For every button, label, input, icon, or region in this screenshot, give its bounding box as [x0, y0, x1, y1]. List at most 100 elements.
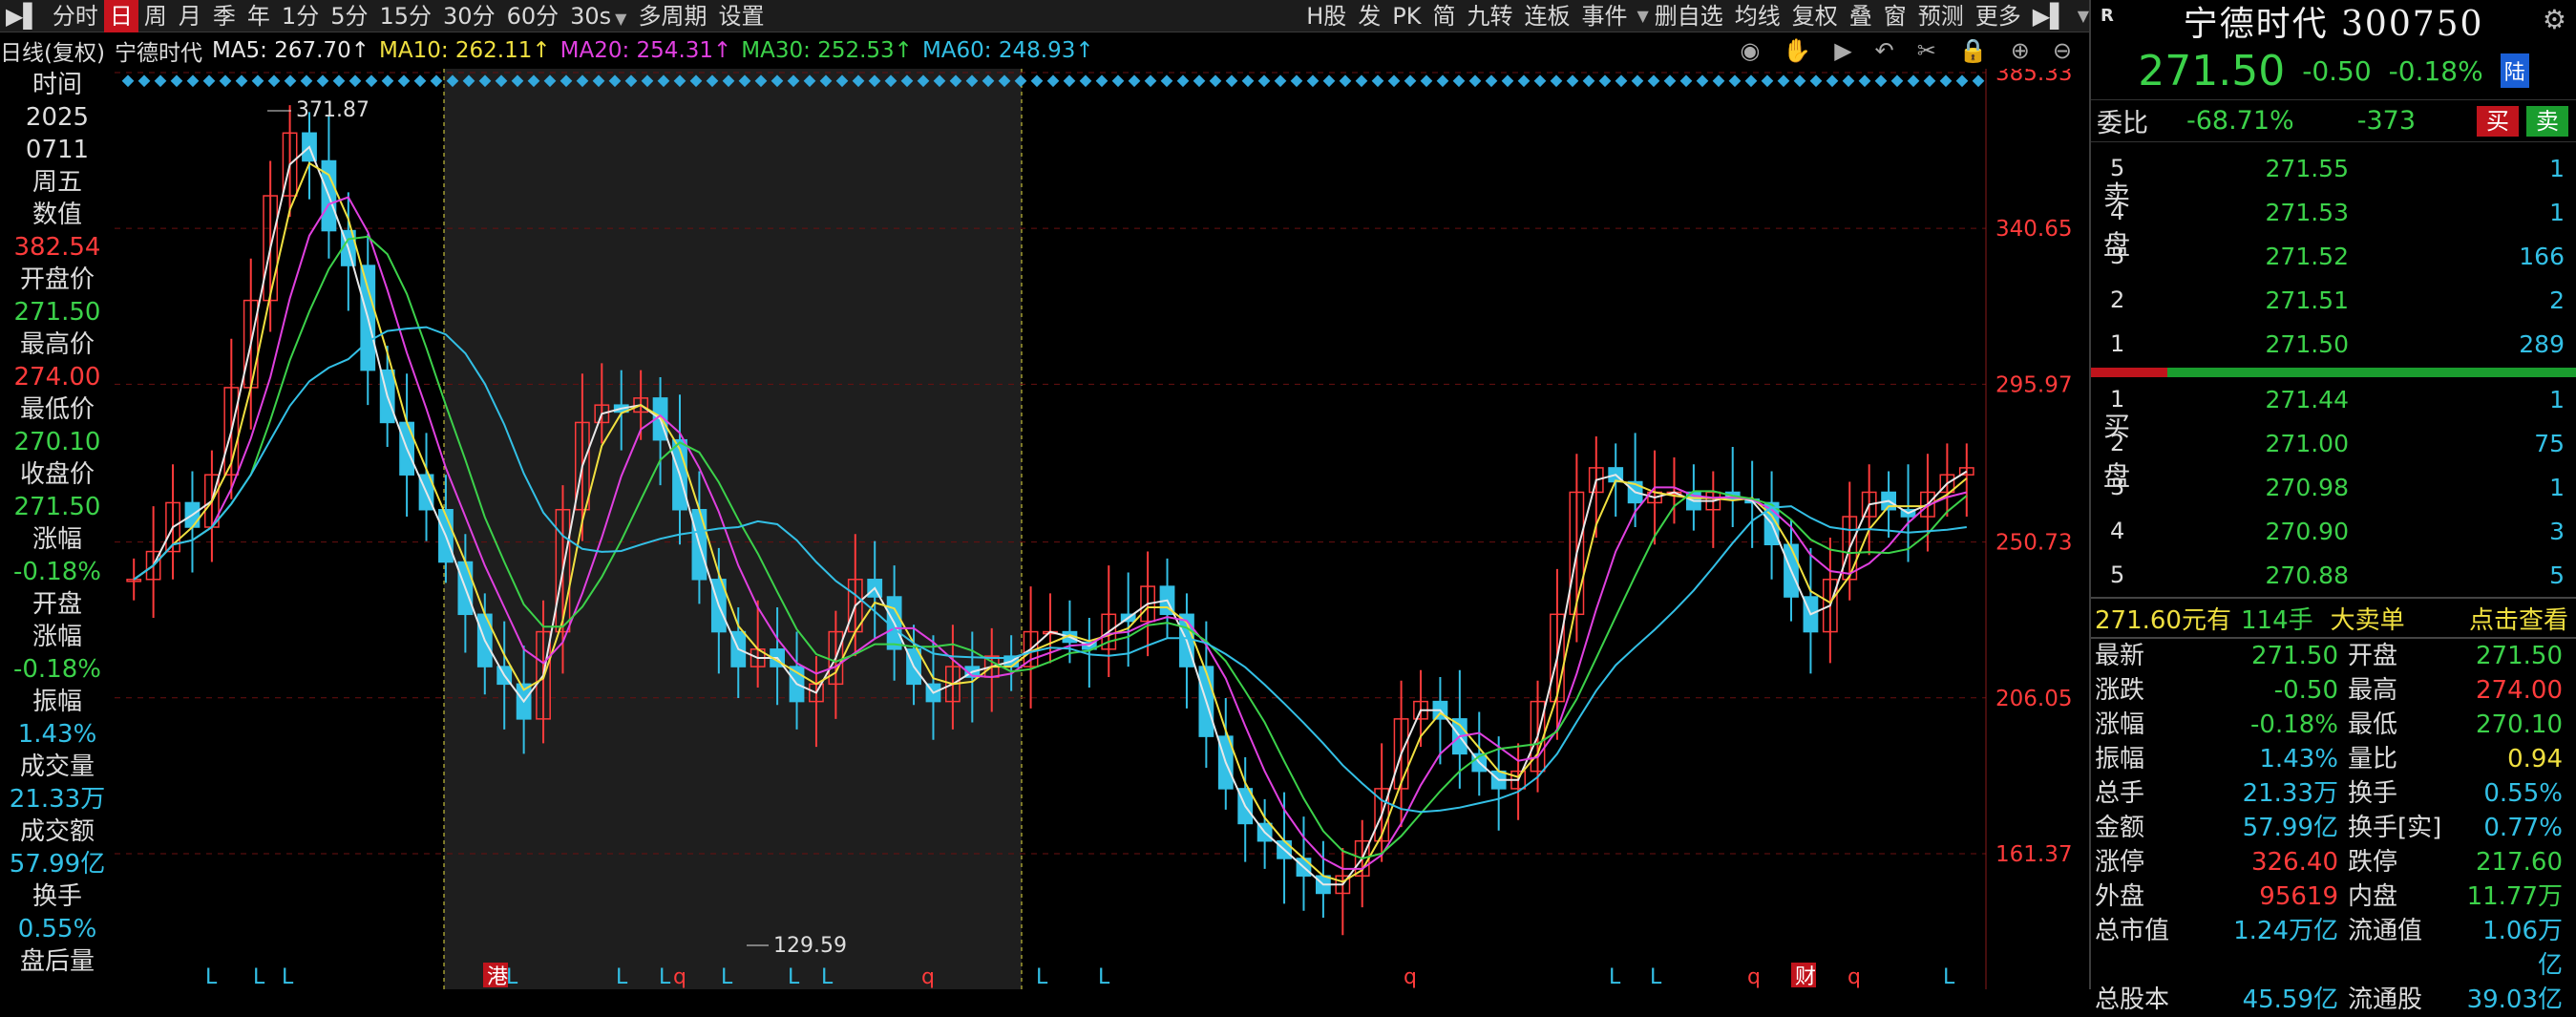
- fuquan-button[interactable]: 复权: [1786, 0, 1844, 32]
- more-dropdown-icon[interactable]: ▼: [2078, 7, 2089, 25]
- hshare-button[interactable]: H股: [1300, 0, 1352, 32]
- tab-yearly[interactable]: 年: [242, 0, 276, 32]
- tab-daily[interactable]: 日: [103, 0, 138, 32]
- weicha-value: -373: [2356, 106, 2416, 136]
- tab-fenshi[interactable]: 分时: [47, 0, 104, 32]
- tab-5min[interactable]: 5分: [325, 0, 373, 32]
- bids-level-row[interactable]: 5 270.88 5: [2091, 553, 2576, 597]
- stock-title: R 宁德时代 300750 ⚙: [2091, 0, 2576, 44]
- tab-quarterly[interactable]: 季: [207, 0, 242, 32]
- stat-value: 21.33万: [2242, 779, 2338, 808]
- forecast-button[interactable]: 预测: [1912, 0, 1970, 32]
- event-marker: 港: [487, 965, 508, 989]
- event-diamond: [1907, 74, 1920, 88]
- event-dropdown-icon[interactable]: ▼: [1636, 7, 1648, 25]
- level-number: 4: [2110, 518, 2125, 544]
- zoom-in-icon[interactable]: ⊕: [2011, 37, 2030, 64]
- stat-value: 217.60: [2476, 848, 2563, 877]
- bid-side-label: 买盘: [2102, 411, 2130, 492]
- gear-icon[interactable]: ⚙: [2543, 4, 2566, 35]
- tab-30min[interactable]: 30分: [437, 0, 501, 32]
- ma-button[interactable]: 均线: [1729, 0, 1786, 32]
- big-order-view-link[interactable]: 点击查看: [2469, 601, 2576, 636]
- event-diamond: [284, 74, 297, 88]
- level-price: 271.53: [2265, 198, 2349, 226]
- zoom-out-icon[interactable]: ⊖: [2053, 37, 2072, 64]
- window-button[interactable]: 窗: [1878, 0, 1912, 32]
- event-diamond: [251, 74, 264, 88]
- stat-label: 金额: [2095, 814, 2145, 842]
- bids-level-row[interactable]: 1 271.44 1: [2091, 377, 2576, 421]
- delete-watchlist-button[interactable]: 删自选: [1649, 0, 1729, 32]
- exit-icon[interactable]: ▶▌: [2027, 0, 2074, 32]
- bids-level-row[interactable]: 3 270.98 1: [2091, 465, 2576, 509]
- level-price: 271.00: [2265, 429, 2349, 457]
- level-price: 270.88: [2265, 561, 2349, 589]
- sell-button[interactable]: 卖: [2526, 105, 2568, 137]
- weibi-bar-green: [2167, 368, 2576, 377]
- level-volume: 3: [2549, 517, 2565, 545]
- event-marker: L: [721, 965, 733, 989]
- settings-button[interactable]: 设置: [712, 0, 770, 32]
- ma5-line: [133, 145, 1968, 886]
- stat-value: 1.24万亿: [2233, 917, 2338, 945]
- event-diamond: [1063, 74, 1076, 88]
- tab-30s[interactable]: 30s ▼: [564, 0, 632, 32]
- bids-level-row[interactable]: 2 271.00 75: [2091, 421, 2576, 465]
- kline-chart[interactable]: 385.33 340.65 295.97 250.73 206.05 161.37 371.…: [115, 61, 2089, 989]
- eye-icon[interactable]: ◉: [1740, 37, 1760, 64]
- asks-level-row[interactable]: 2 271.51 2: [2091, 278, 2576, 322]
- toolbar-menu-icon[interactable]: ▶▌: [0, 0, 47, 32]
- tab-multi-period[interactable]: 多周期: [632, 0, 712, 32]
- r-badge: R: [2101, 6, 2114, 26]
- asks-level-row[interactable]: 1 271.50 289: [2091, 322, 2576, 366]
- event-diamond: [1663, 74, 1677, 88]
- jiuzhuan-button[interactable]: 九转: [1461, 0, 1518, 32]
- weibi-bar-red: [2091, 368, 2167, 377]
- tab-60min[interactable]: 60分: [501, 0, 565, 32]
- price-change: -0.50: [2302, 54, 2372, 87]
- ma60-line: [133, 326, 1967, 814]
- info-row: 最低价: [19, 395, 95, 424]
- event-marker: L: [282, 965, 294, 989]
- jian-button[interactable]: 简: [1426, 0, 1461, 32]
- stat-value: 271.50: [2476, 642, 2563, 670]
- tab-15min[interactable]: 15分: [373, 0, 437, 32]
- tab-weekly[interactable]: 周: [138, 0, 173, 32]
- asks-level-row[interactable]: 4 271.53 1: [2091, 190, 2576, 234]
- event-diamond: [1615, 74, 1628, 88]
- bids-level-row[interactable]: 4 270.90 3: [2091, 509, 2576, 553]
- level-volume: 1: [2549, 154, 2565, 182]
- fa-button[interactable]: 发: [1352, 0, 1386, 32]
- tab-monthly[interactable]: 月: [173, 0, 207, 32]
- event-marker: L: [788, 965, 800, 989]
- stat-value: 95619: [2259, 882, 2338, 911]
- level-price: 271.52: [2265, 242, 2349, 270]
- lock-icon[interactable]: 🔒: [1959, 37, 1988, 64]
- stock-name-label: 宁德时代: [114, 41, 202, 66]
- big-order-row[interactable]: 271.60元有 114手 大卖单 点击查看: [2091, 597, 2576, 639]
- event-diamond: [1144, 74, 1157, 88]
- overlay-button[interactable]: 叠: [1844, 0, 1878, 32]
- asks-level-row[interactable]: 3 271.52 166: [2091, 234, 2576, 278]
- asks-level-row[interactable]: 5 271.55 1: [2091, 146, 2576, 190]
- big-order-type: 大卖单: [2330, 605, 2405, 635]
- more-button[interactable]: 更多: [1970, 0, 2027, 32]
- undo-icon[interactable]: ↶: [1875, 37, 1894, 64]
- scissors-icon[interactable]: ✂: [1917, 37, 1936, 64]
- pk-button[interactable]: PK: [1386, 0, 1426, 32]
- stat-value: 0.77%: [2483, 814, 2563, 842]
- event-diamond: [1257, 74, 1271, 88]
- event-button[interactable]: 事件: [1575, 0, 1633, 32]
- lianban-button[interactable]: 连板: [1518, 0, 1575, 32]
- event-diamond: [1696, 74, 1709, 88]
- hand-icon[interactable]: ✋: [1783, 37, 1811, 64]
- play-icon[interactable]: ▶: [1834, 37, 1851, 64]
- low-price-label: 129.59: [773, 934, 847, 958]
- event-diamond: [1582, 74, 1595, 88]
- buy-button[interactable]: 买: [2477, 105, 2519, 137]
- info-row: 成交量: [19, 752, 95, 781]
- event-diamond: [1339, 74, 1352, 88]
- tab-1min[interactable]: 1分: [276, 0, 325, 32]
- stat-value: -0.50: [2273, 676, 2338, 705]
